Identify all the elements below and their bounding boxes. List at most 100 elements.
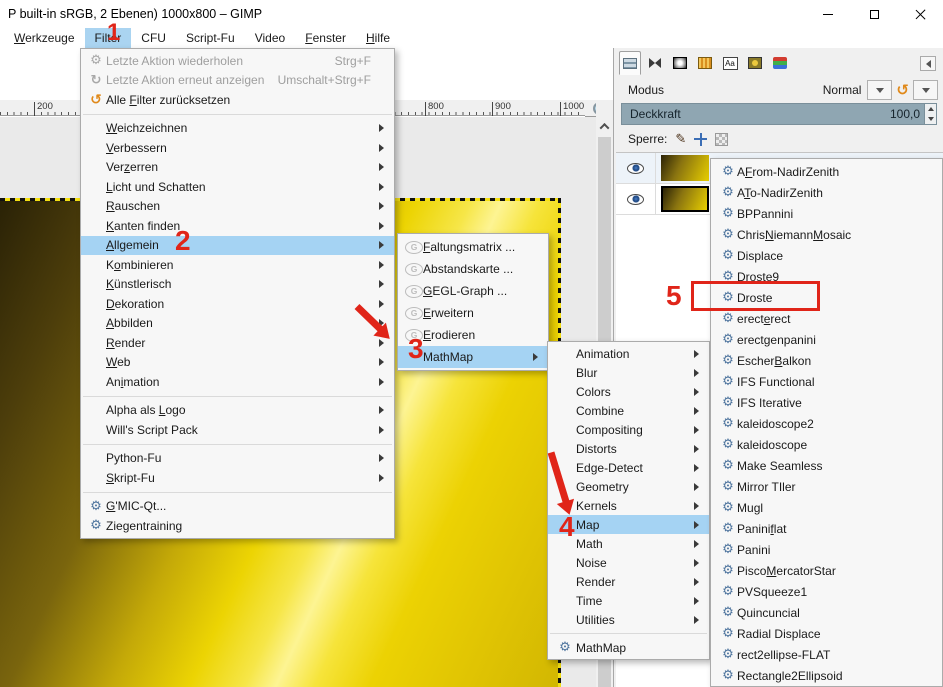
menu-item-utilities[interactable]: Utilities [548,610,709,629]
menubar-item-hilfe[interactable]: Hilfe [356,28,400,48]
menu-item-geometry[interactable]: Geometry [548,477,709,496]
menu-item-noise[interactable]: Noise [548,553,709,572]
menu-item-mirror-tiler[interactable]: Mirror TIler [711,476,942,497]
menubar-item-werkzeuge[interactable]: Werkzeuge [4,28,85,48]
menu-item-erweitern[interactable]: G Erweitern [398,302,548,324]
menu-item-erectgenpanini[interactable]: erectgenpanini [711,329,942,350]
opacity-slider[interactable]: Deckkraft 100,0 [621,103,937,125]
menu-item-python-fu[interactable]: Python-Fu [81,449,394,469]
dock-menu-button[interactable] [920,56,936,71]
menu-item-letzte-aktion-erneut-anzeigen[interactable]: Letzte Aktion erneut anzeigen Umschalt+St… [81,71,394,91]
lock-alpha-icon[interactable] [715,132,729,146]
menu-item-edge-detect[interactable]: Edge-Detect [548,458,709,477]
menu-item-mathmap[interactable]: MathMap [548,638,709,657]
menu-item-panini[interactable]: Panini [711,539,942,560]
menu-item-ato-nadirzenith[interactable]: ATo-NadirZenith [711,182,942,203]
menu-item-chrisniemannmosaic[interactable]: ChrisNiemannMosaic [711,224,942,245]
menu-item-gegl-graph[interactable]: G GEGL-Graph ... [398,280,548,302]
menu-item-faltungsmatrix[interactable]: G Faltungsmatrix ... [398,236,548,258]
menu-item-abstandskarte[interactable]: G Abstandskarte ... [398,258,548,280]
menu-item-distorts[interactable]: Distorts [548,439,709,458]
menu-item-kanten-finden[interactable]: Kanten finden [81,216,394,236]
visibility-toggle[interactable] [616,153,656,183]
tab-channels[interactable] [644,51,666,75]
tab-patterns[interactable] [694,51,716,75]
menu-item-pvsqueeze1[interactable]: PVSqueeze1 [711,581,942,602]
mode-dropdown-button[interactable] [867,80,893,100]
close-button[interactable] [897,0,943,28]
menu-item-animation[interactable]: Animation [548,344,709,363]
menu-item-colors[interactable]: Colors [548,382,709,401]
menubar-item-fenster[interactable]: Fenster [295,28,356,48]
menu-item-alle-filter-zur-cksetzen[interactable]: Alle Filter zurücksetzen [81,90,394,110]
submenu-arrow-icon [694,426,706,434]
tab-layers[interactable] [619,51,641,75]
menu-item-kombinieren[interactable]: Kombinieren [81,255,394,275]
menu-item-ifs-iterative[interactable]: IFS Iterative [711,392,942,413]
menu-item-ifs-functional[interactable]: IFS Functional [711,371,942,392]
menu-item-combine[interactable]: Combine [548,401,709,420]
opacity-spinner[interactable] [924,104,936,124]
menu-item-make-seamless[interactable]: Make Seamless [711,455,942,476]
menu-separator [83,443,392,445]
menu-item-ziegentraining[interactable]: Ziegentraining [81,516,394,536]
menu-item-verzerren[interactable]: Verzerren [81,158,394,178]
menu-item-dekoration[interactable]: Dekoration [81,294,394,314]
menu-item-alpha-als-logo[interactable]: Alpha als Logo [81,401,394,421]
tab-gradients[interactable] [669,51,691,75]
menu-item-web[interactable]: Web [81,353,394,373]
menu-item-k-nstlerisch[interactable]: Künstlerisch [81,275,394,295]
menu-item-will-s-script-pack[interactable]: Will's Script Pack [81,420,394,440]
submenu-arrow-icon [379,280,391,288]
menu-item-paniniflat[interactable]: Paniniflat [711,518,942,539]
tab-brushes[interactable] [744,51,766,75]
menu-item-render[interactable]: Render [548,572,709,591]
menu-item-bppannini[interactable]: BPPannini [711,203,942,224]
menu-item-abbilden[interactable]: Abbilden [81,314,394,334]
blend-space-dropdown-button[interactable] [913,80,938,100]
menu-item-afrom-nadirzenith[interactable]: AFrom-NadirZenith [711,161,942,182]
menubar-item-cfu[interactable]: CFU [131,28,176,48]
menu-item-rect2ellipse-flat[interactable]: rect2ellipse-FLAT [711,644,942,665]
tab-fonts[interactable]: Aa [719,51,741,75]
menu-item-escherbalkon[interactable]: EscherBalkon [711,350,942,371]
menubar-item-video[interactable]: Video [245,28,296,48]
gear-icon [554,640,576,655]
menu-item-rauschen[interactable]: Rauschen [81,197,394,217]
menu-item-weichzeichnen[interactable]: Weichzeichnen [81,119,394,139]
chevron-down-icon [875,87,884,93]
menu-item-allgemein[interactable]: Allgemein [81,235,394,255]
menu-item-verbessern[interactable]: Verbessern [81,138,394,158]
menu-item-kaleidoscope2[interactable]: kaleidoscope2 [711,413,942,434]
menu-item-label: ChrisNiemannMosaic [737,227,852,242]
menu-item-letzte-aktion-wiederholen[interactable]: Letzte Aktion wiederholen Strg+F [81,51,394,71]
lock-brush-icon[interactable]: ✎ [675,132,686,147]
scroll-up-button[interactable] [596,118,613,135]
annotation-highlight-box [691,281,820,311]
lock-move-icon[interactable] [694,132,708,146]
maximize-button[interactable] [851,0,897,28]
menu-item-erecterect[interactable]: erecterect [711,308,942,329]
minimize-button[interactable] [805,0,851,28]
menu-item-animation[interactable]: Animation [81,372,394,392]
menu-item-g-mic-qt[interactable]: G'MIC-Qt... [81,497,394,517]
visibility-toggle[interactable] [616,184,656,214]
mode-reset-icon[interactable]: ↺ [896,81,909,99]
menu-item-radial-displace[interactable]: Radial Displace [711,623,942,644]
menu-item-blur[interactable]: Blur [548,363,709,382]
menu-item-skript-fu[interactable]: Skript-Fu [81,468,394,488]
tab-histogram[interactable] [769,51,791,75]
menu-item-render[interactable]: Render [81,333,394,353]
menu-item-licht-und-schatten[interactable]: Licht und Schatten [81,177,394,197]
menu-item-rectangle2ellipsoid[interactable]: Rectangle2Ellipsoid [711,665,942,686]
menu-item-mugl[interactable]: Mugl [711,497,942,518]
menu-item-piscomercatorstar[interactable]: PiscoMercatorStar [711,560,942,581]
filter-menu: Letzte Aktion wiederholenStrg+FLetzte Ak… [80,48,395,539]
menu-item-time[interactable]: Time [548,591,709,610]
mode-label: Modus [628,83,665,97]
menubar-item-script-fu[interactable]: Script-Fu [176,28,245,48]
menu-item-compositing[interactable]: Compositing [548,420,709,439]
menu-item-displace[interactable]: Displace [711,245,942,266]
menu-item-quincuncial[interactable]: Quincuncial [711,602,942,623]
menu-item-kaleidoscope[interactable]: kaleidoscope [711,434,942,455]
